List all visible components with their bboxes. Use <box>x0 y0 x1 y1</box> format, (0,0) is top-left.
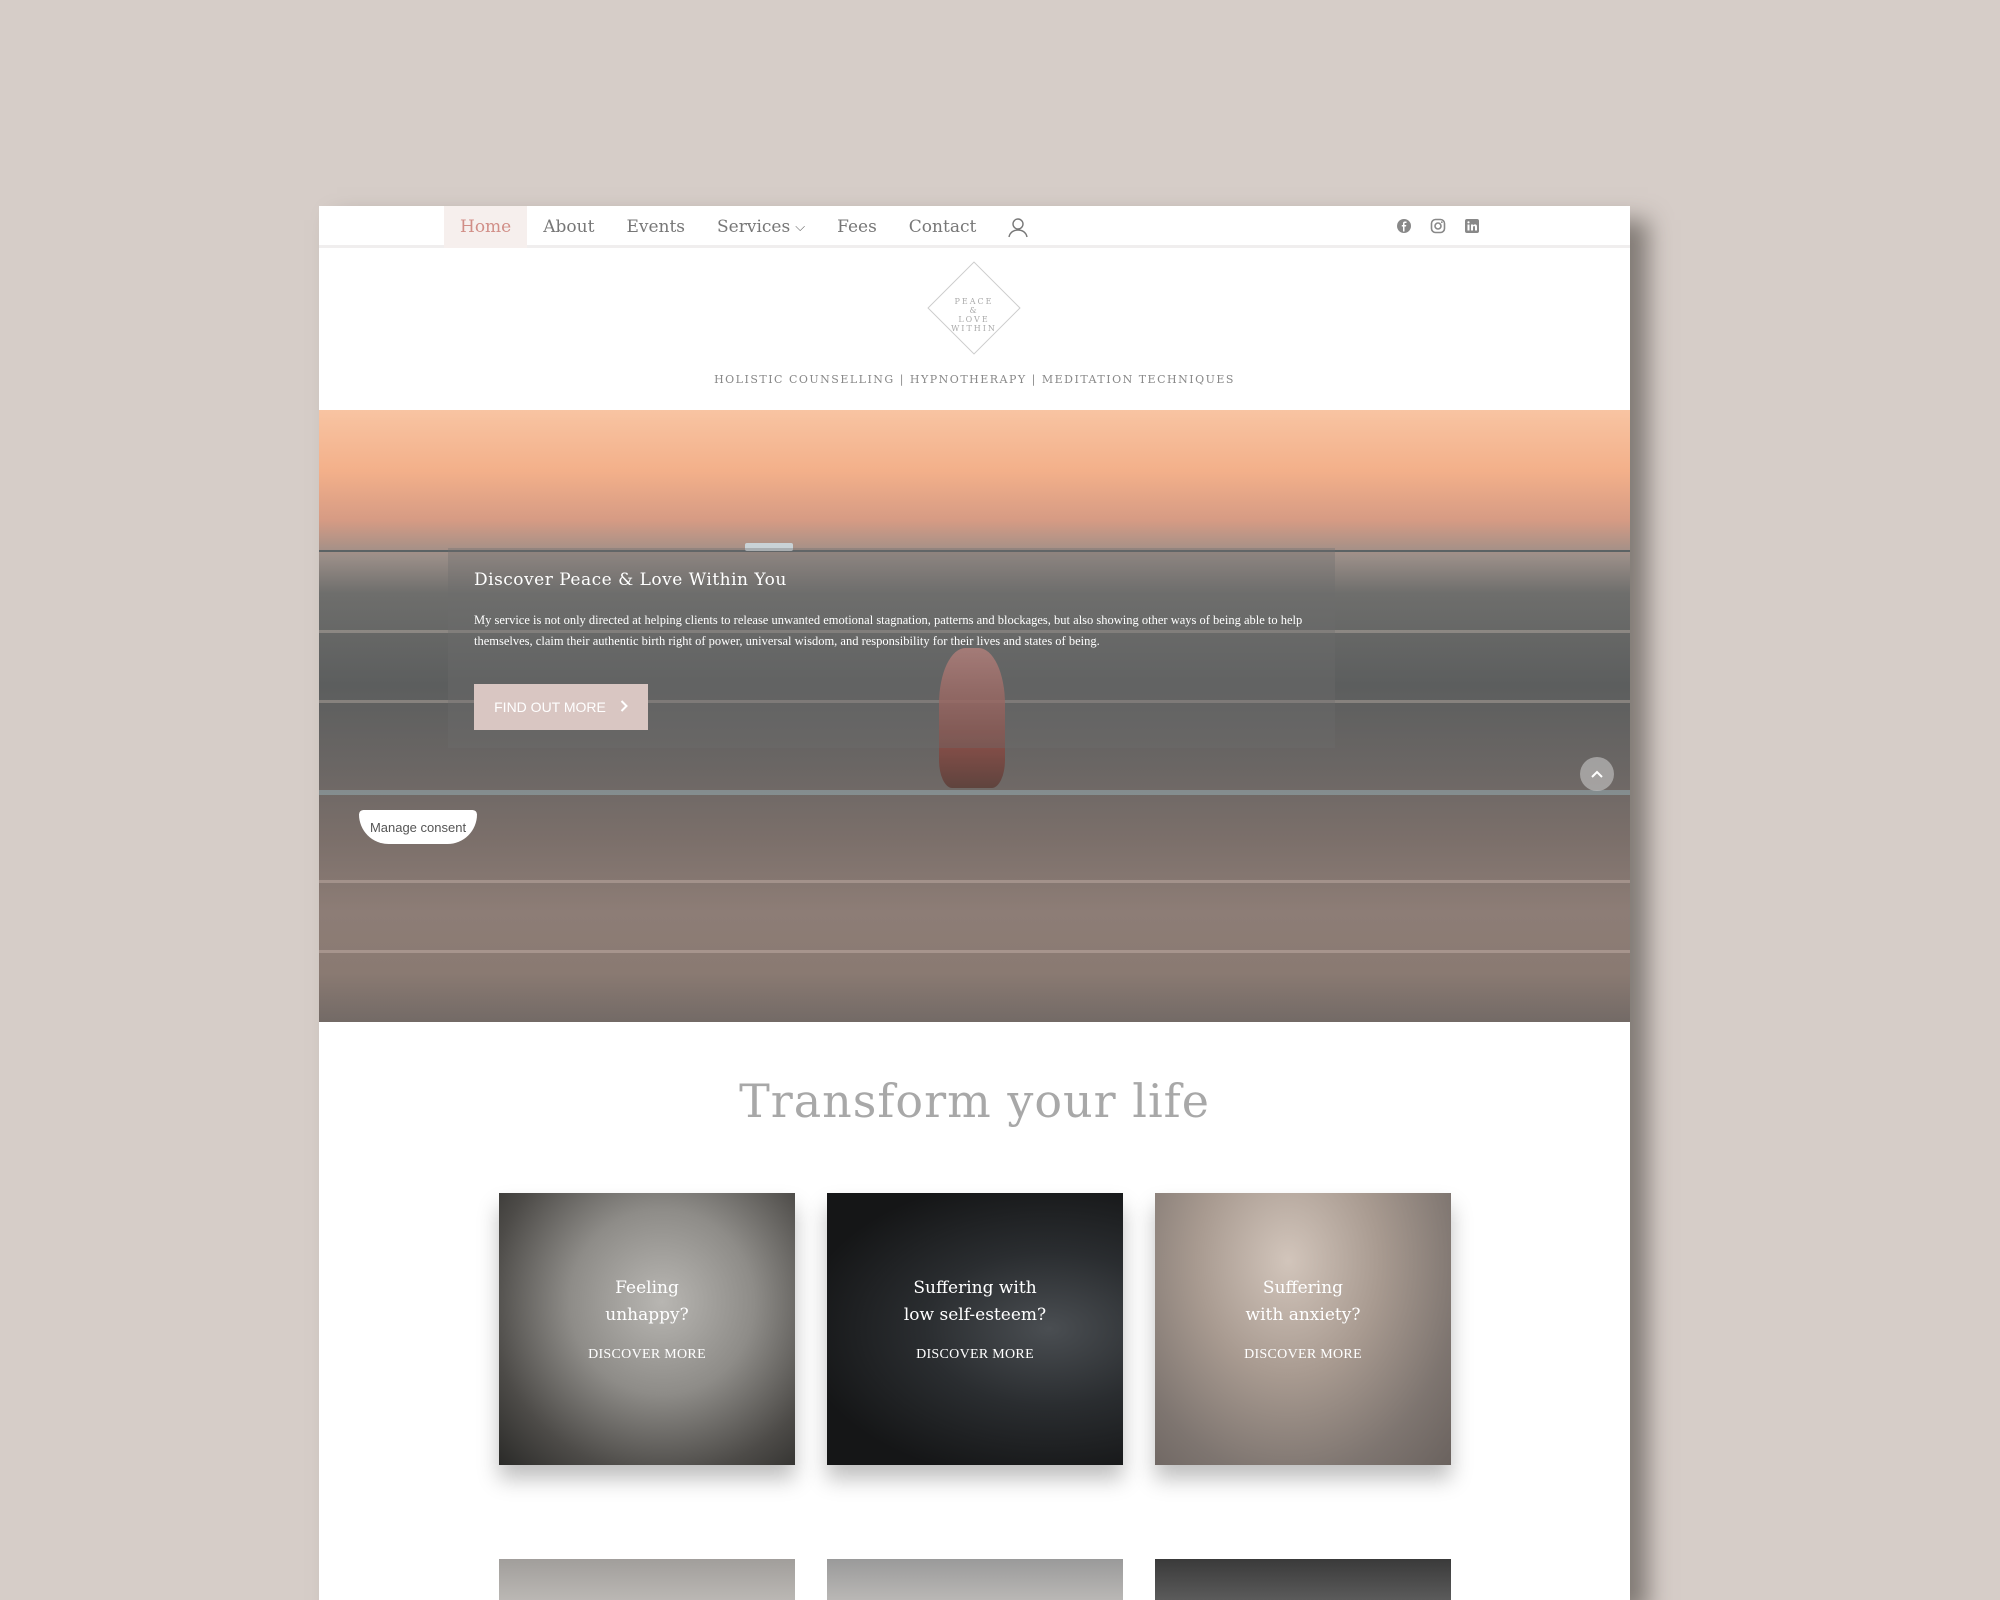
hero-banner: Discover Peace & Love Within You My serv… <box>319 410 1630 1022</box>
nav-home[interactable]: Home <box>444 206 528 248</box>
card-heading: Feeling unhappy? <box>605 1278 689 1325</box>
nav-events[interactable]: Events <box>610 206 701 248</box>
card-heading: Suffering with anxiety? <box>1245 1278 1361 1325</box>
find-out-more-label: FIND OUT MORE <box>494 699 606 715</box>
card-low-self-esteem[interactable]: Suffering with low self-esteem? DISCOVER… <box>827 1193 1123 1465</box>
wave <box>319 950 1630 953</box>
card-heading: Suffering with low self-esteem? <box>903 1278 1047 1325</box>
card-image-partial[interactable] <box>827 1559 1123 1600</box>
discover-more-link[interactable]: DISCOVER MORE <box>499 1347 795 1363</box>
instagram-icon[interactable] <box>1430 218 1446 234</box>
card-image-partial[interactable] <box>499 1559 795 1600</box>
chevron-right-icon <box>620 699 628 715</box>
website-page: Home About Events Services ⌵ Fees Contac… <box>319 206 1630 1600</box>
manage-consent-button[interactable]: Manage consent <box>359 810 477 844</box>
facebook-icon[interactable] <box>1396 218 1412 234</box>
main-menu: Home About Events Services ⌵ Fees Contac… <box>444 206 1030 248</box>
chevron-up-icon <box>1591 770 1603 778</box>
section-title: Transform your life <box>739 1074 1210 1128</box>
card-image-partial[interactable] <box>1155 1559 1451 1600</box>
card-anxiety[interactable]: Suffering with anxiety? DISCOVER MORE <box>1155 1193 1451 1465</box>
find-out-more-button[interactable]: FIND OUT MORE <box>474 684 648 730</box>
linkedin-icon[interactable] <box>1464 218 1480 234</box>
nav-fees[interactable]: Fees <box>821 206 893 248</box>
site-tagline: HOLISTIC COUNSELLING | HYPNOTHERAPY | ME… <box>714 373 1235 386</box>
nav-about[interactable]: About <box>527 206 610 248</box>
nav-services-label: Services <box>717 217 791 237</box>
chevron-down-icon: ⌵ <box>795 219 806 235</box>
social-links <box>1396 218 1480 234</box>
user-icon[interactable] <box>1006 215 1030 239</box>
nav-contact[interactable]: Contact <box>893 206 993 248</box>
wave <box>319 880 1630 883</box>
wave <box>319 790 1630 795</box>
scroll-to-top-button[interactable] <box>1580 757 1614 791</box>
top-navigation: Home About Events Services ⌵ Fees Contac… <box>319 206 1630 248</box>
hero-body: My service is not only directed at helpi… <box>474 613 1303 648</box>
site-header: PEACE & LOVE WITHIN HOLISTIC COUNSELLING… <box>319 251 1630 416</box>
discover-more-link[interactable]: DISCOVER MORE <box>1155 1347 1451 1363</box>
hero-overlay: Discover Peace & Love Within You My serv… <box>448 548 1335 748</box>
discover-more-link[interactable]: DISCOVER MORE <box>827 1347 1123 1363</box>
card-unhappy[interactable]: Feeling unhappy? DISCOVER MORE <box>499 1193 795 1465</box>
hero-title: Discover Peace & Love Within You <box>474 570 787 590</box>
logo-text: PEACE & LOVE WITHIN <box>951 297 997 333</box>
nav-services[interactable]: Services ⌵ <box>701 206 821 248</box>
